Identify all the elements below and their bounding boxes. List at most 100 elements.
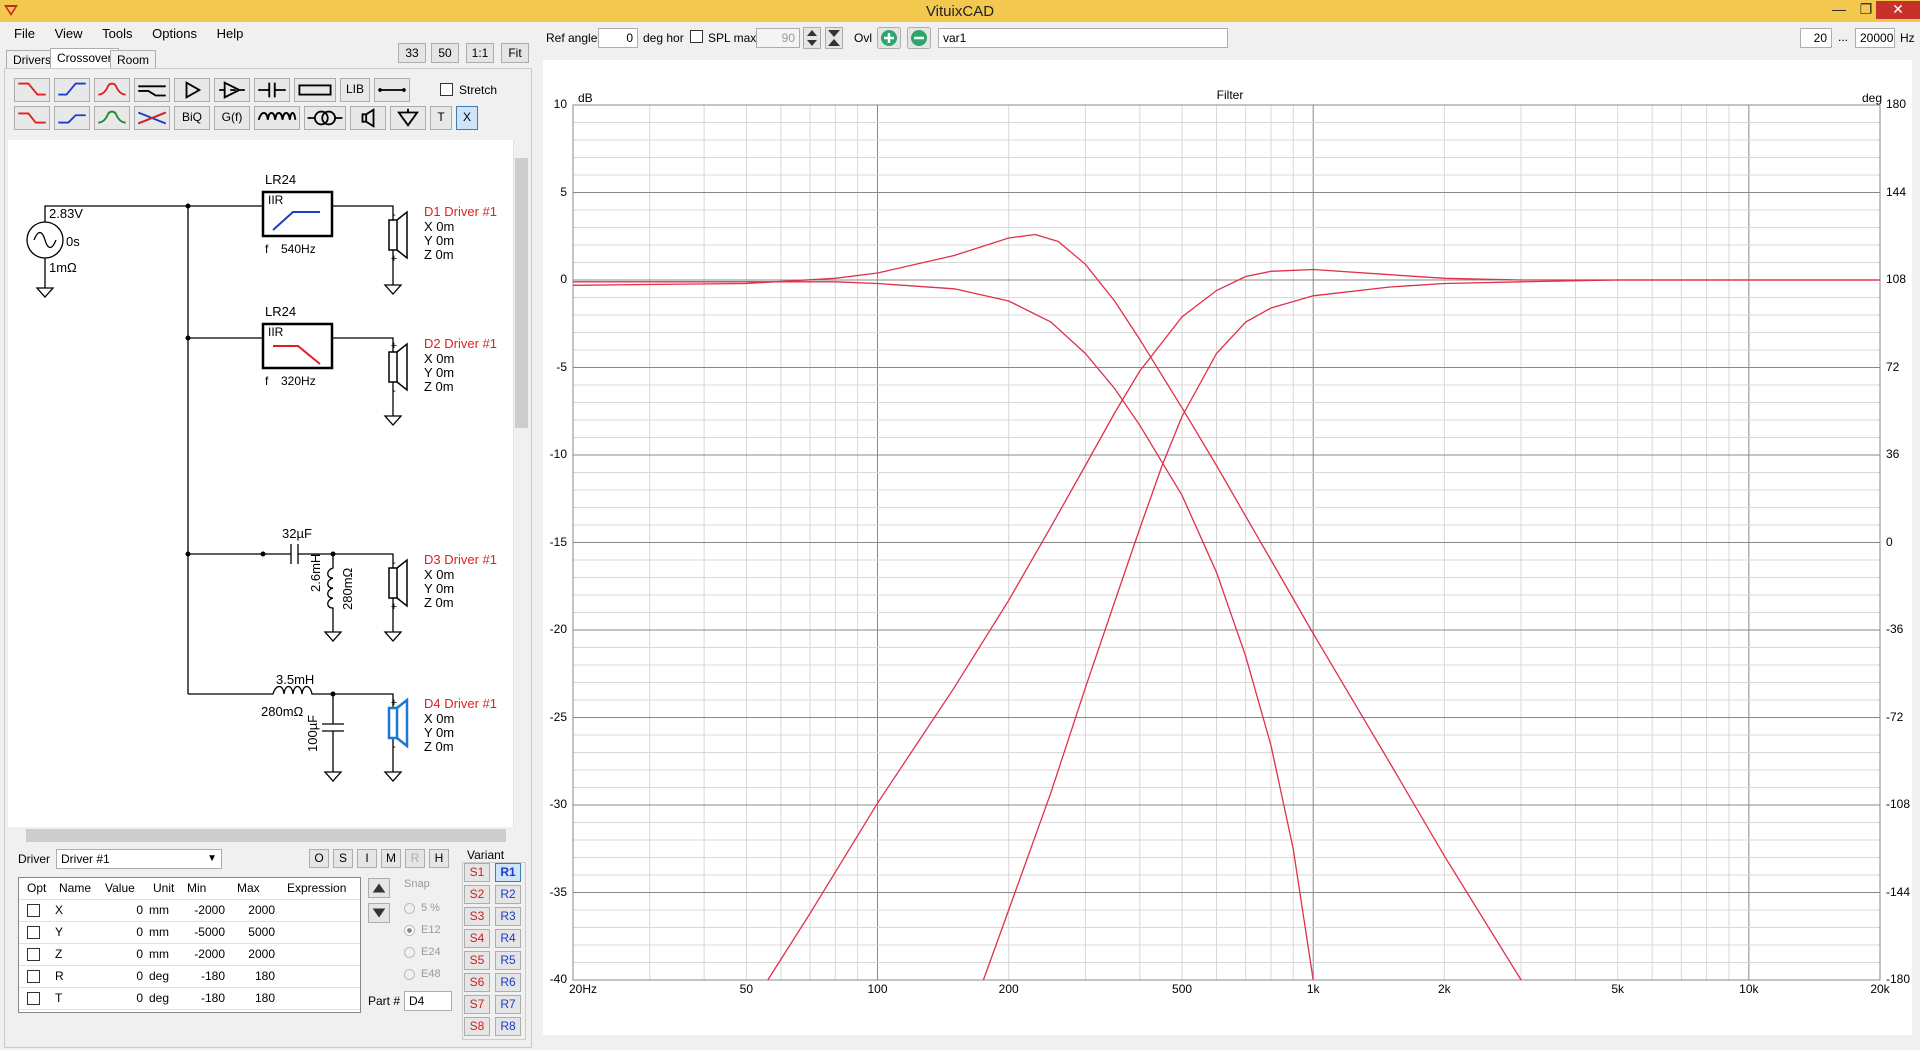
driver-d3-label[interactable]: D3 Driver #1 [424, 552, 497, 567]
ground-icon[interactable] [390, 106, 426, 130]
zoom-1to1-button[interactable]: 1:1 [466, 43, 494, 63]
variant-r7-button[interactable]: R7 [495, 995, 521, 1014]
snap-e48-radio[interactable]: E48 [404, 963, 441, 985]
row-min[interactable]: -5000 [179, 925, 225, 939]
add-overlay-icon[interactable] [877, 27, 901, 49]
mode-r-button[interactable]: R [405, 849, 425, 868]
allpass-icon[interactable] [134, 106, 170, 130]
part-input[interactable]: D4 [404, 991, 452, 1011]
mode-h-button[interactable]: H [429, 849, 449, 868]
opt-checkbox[interactable] [27, 948, 40, 961]
variant-s6-button[interactable]: S6 [464, 973, 490, 992]
mode-m-button[interactable]: M [381, 849, 401, 868]
variant-r2-button[interactable]: R2 [495, 885, 521, 904]
fmax-input[interactable]: 20000 [1855, 28, 1895, 48]
highpass1-icon[interactable] [14, 78, 50, 102]
fmin-input[interactable]: 20 [1800, 28, 1832, 48]
table-row[interactable]: T 0 deg -180 180 [19, 988, 360, 1010]
opt-checkbox[interactable] [27, 992, 40, 1005]
buffer-icon[interactable] [174, 78, 210, 102]
opt-checkbox[interactable] [27, 970, 40, 983]
inductor-icon[interactable] [254, 106, 300, 130]
remove-overlay-icon[interactable] [907, 27, 931, 49]
lowpass1-icon[interactable] [14, 106, 50, 130]
move-down-icon[interactable] [368, 903, 390, 923]
driver-d4-label[interactable]: D4 Driver #1 [424, 696, 497, 711]
row-max[interactable]: 2000 [229, 947, 275, 961]
spinner-updown-icon[interactable] [803, 27, 821, 49]
menu-view[interactable]: View [47, 24, 91, 44]
zoom-fit-button[interactable]: Fit [501, 43, 529, 63]
row-min[interactable]: -180 [179, 969, 225, 983]
resistor-icon[interactable] [294, 78, 336, 102]
gf-button[interactable]: G(f) [214, 106, 250, 130]
opt-checkbox[interactable] [27, 926, 40, 939]
schematic-hscroll-thumb[interactable] [26, 829, 506, 842]
shelf-icon[interactable] [134, 78, 170, 102]
menu-options[interactable]: Options [144, 24, 205, 44]
snap-e24-radio[interactable]: E24 [404, 941, 441, 963]
table-row[interactable]: Z 0 mm -2000 2000 [19, 944, 360, 966]
variant-r8-button[interactable]: R8 [495, 1017, 521, 1036]
row-max[interactable]: 5000 [229, 925, 275, 939]
variant-r1-button[interactable]: R1 [495, 863, 521, 882]
variant-s8-button[interactable]: S8 [464, 1017, 490, 1036]
variant-s7-button[interactable]: S7 [464, 995, 490, 1014]
menu-help[interactable]: Help [209, 24, 252, 44]
variant-s4-button[interactable]: S4 [464, 929, 490, 948]
row-min[interactable]: -180 [179, 991, 225, 1005]
row-min[interactable]: -2000 [179, 903, 225, 917]
speaker-icon[interactable] [350, 106, 386, 130]
tab-room[interactable]: Room [110, 50, 157, 69]
mode-o-button[interactable]: O [309, 849, 329, 868]
variant-r5-button[interactable]: R5 [495, 951, 521, 970]
lowpass2-icon[interactable] [54, 106, 90, 130]
x-tool-button[interactable]: X [456, 106, 478, 130]
variant-s5-button[interactable]: S5 [464, 951, 490, 970]
delay-icon[interactable] [214, 78, 250, 102]
variant-r4-button[interactable]: R4 [495, 929, 521, 948]
text-tool-button[interactable]: T [430, 106, 452, 130]
capacitor-icon[interactable] [254, 78, 290, 102]
close-icon[interactable]: ✕ [1876, 1, 1920, 19]
highpass2-icon[interactable] [54, 78, 90, 102]
menu-file[interactable]: File [6, 24, 43, 44]
variant-name-input[interactable]: var1 [938, 28, 1228, 48]
row-value[interactable]: 0 [93, 991, 143, 1005]
row-max[interactable]: 2000 [229, 903, 275, 917]
table-row[interactable]: R 0 deg -180 180 [19, 966, 360, 988]
variant-s3-button[interactable]: S3 [464, 907, 490, 926]
variant-r6-button[interactable]: R6 [495, 973, 521, 992]
connector-icon[interactable] [374, 78, 410, 102]
variant-s1-button[interactable]: S1 [464, 863, 490, 882]
variant-s2-button[interactable]: S2 [464, 885, 490, 904]
tab-crossover[interactable]: Crossover [50, 48, 119, 69]
ref-angle-input[interactable]: 0 [598, 28, 638, 48]
variant-r3-button[interactable]: R3 [495, 907, 521, 926]
row-max[interactable]: 180 [229, 991, 275, 1005]
row-value[interactable]: 0 [93, 947, 143, 961]
bandpass-icon[interactable] [94, 78, 130, 102]
row-value[interactable]: 0 [93, 903, 143, 917]
row-max[interactable]: 180 [229, 969, 275, 983]
driver-d2-label[interactable]: D2 Driver #1 [424, 336, 497, 351]
zoom-50-button[interactable]: 50 [431, 43, 459, 63]
transformer-icon[interactable] [304, 106, 346, 130]
filter-response-chart[interactable] [543, 60, 1912, 1035]
opt-checkbox[interactable] [27, 904, 40, 917]
driver-select[interactable]: Driver #1 ▼ [56, 849, 222, 869]
menu-tools[interactable]: Tools [94, 24, 140, 44]
row-min[interactable]: -2000 [179, 947, 225, 961]
row-value[interactable]: 0 [93, 925, 143, 939]
biquad-button[interactable]: BiQ [174, 106, 210, 130]
snap-5pct-radio[interactable]: 5 % [404, 897, 441, 919]
minimize-icon[interactable]: — [1826, 1, 1852, 19]
mode-s-button[interactable]: S [333, 849, 353, 868]
stretch-checkbox[interactable] [440, 83, 453, 96]
move-up-icon[interactable] [368, 878, 390, 898]
snap-e12-radio[interactable]: E12 [404, 919, 441, 941]
mode-i-button[interactable]: I [357, 849, 377, 868]
row-value[interactable]: 0 [93, 969, 143, 983]
table-row[interactable]: Y 0 mm -5000 5000 [19, 922, 360, 944]
table-row[interactable]: X 0 mm -2000 2000 [19, 900, 360, 922]
